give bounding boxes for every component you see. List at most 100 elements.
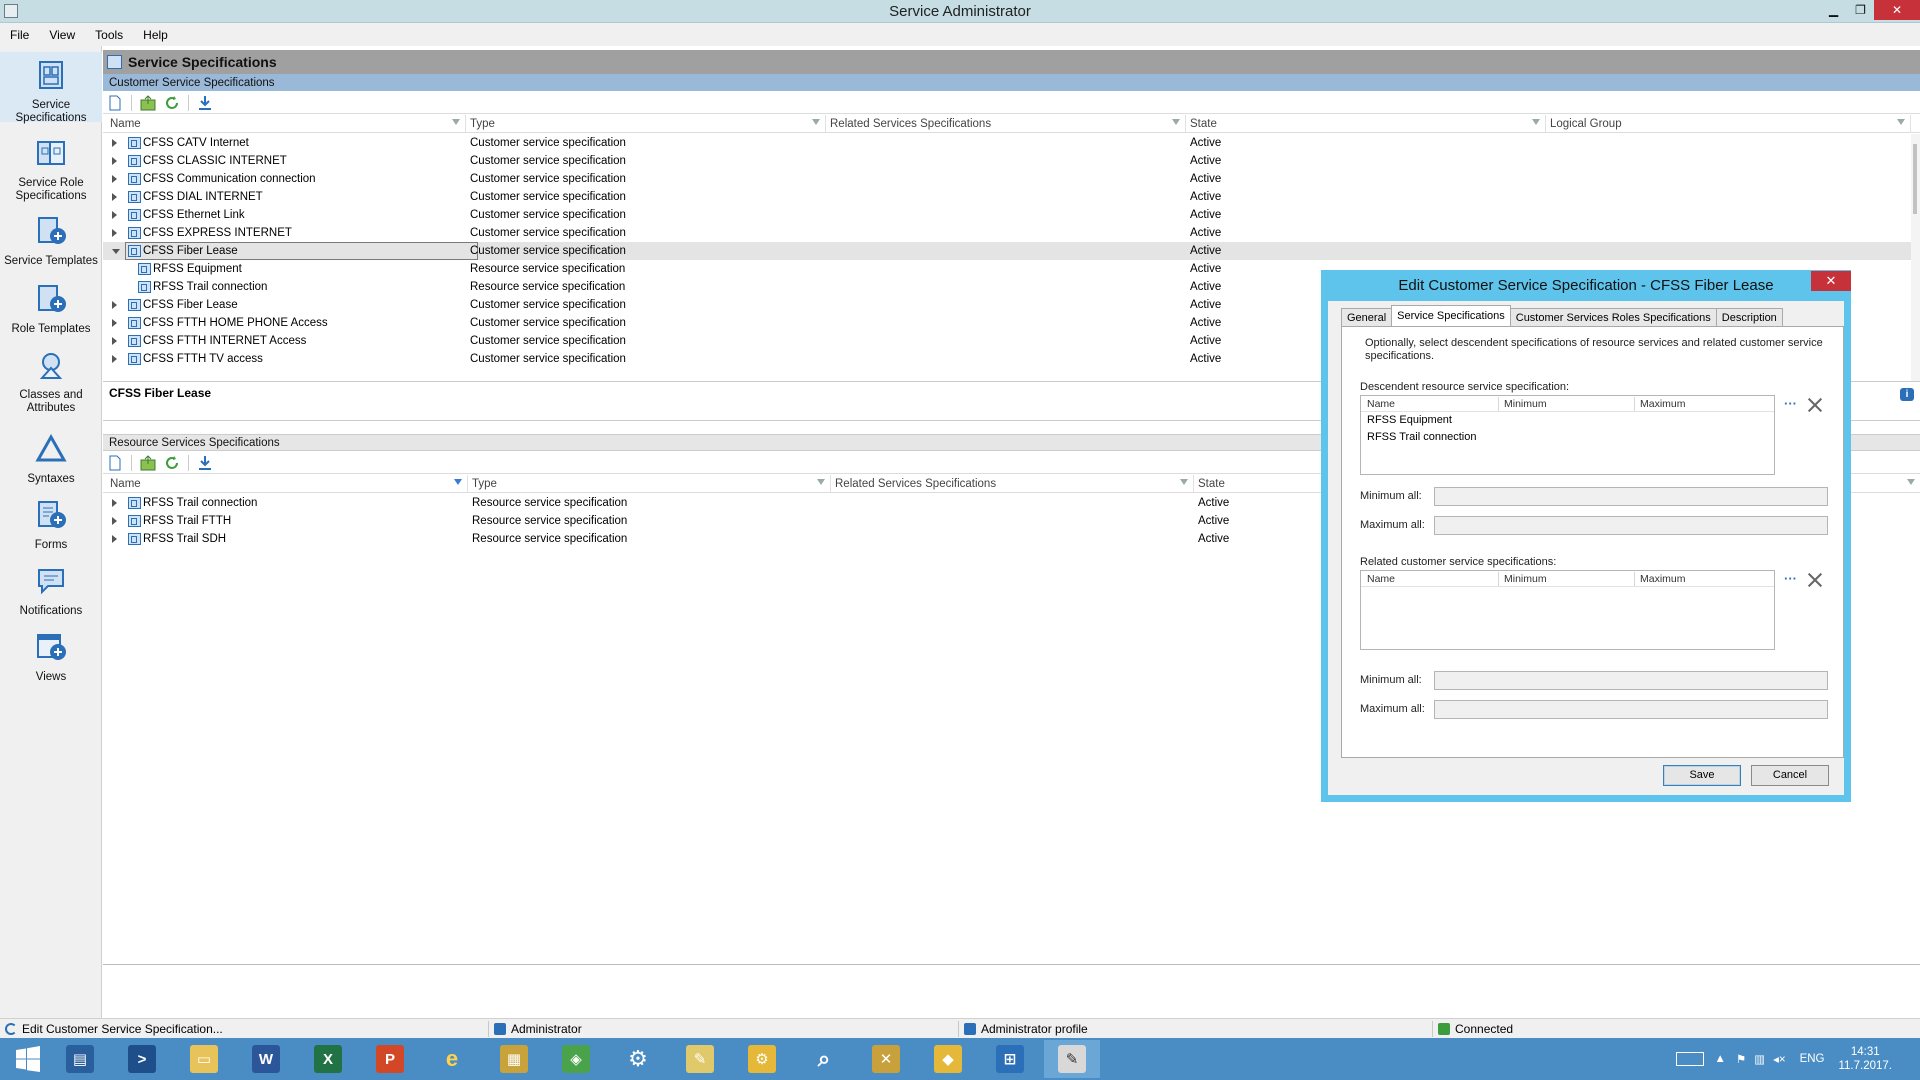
menu-tools[interactable]: Tools	[91, 28, 123, 42]
table-row[interactable]: CFSS DIAL INTERNET Customer service speci…	[103, 188, 1911, 206]
nav-syntaxes[interactable]: Syntaxes	[0, 432, 102, 486]
minimize-button[interactable]: ▁	[1820, 0, 1847, 20]
expand-icon[interactable]	[112, 319, 117, 327]
refresh-icon[interactable]	[164, 95, 180, 111]
network-tray-icon[interactable]: ▥	[1754, 1052, 1765, 1066]
keyboard-icon[interactable]	[1676, 1052, 1705, 1066]
taskbar-app-6[interactable]: ⌕	[796, 1040, 852, 1078]
table-row[interactable]: CFSS CATV Internet Customer service speci…	[103, 134, 1911, 152]
new-icon[interactable]	[107, 95, 123, 111]
taskbar-app-4[interactable]: ✎	[672, 1040, 728, 1078]
collapse-icon[interactable]	[112, 249, 120, 254]
remove-descendent-icon[interactable]	[1807, 397, 1823, 413]
nav-classes-attributes[interactable]: Classes and Attributes	[0, 348, 102, 415]
taskbar-powershell[interactable]: >	[114, 1040, 170, 1078]
menu-help[interactable]: Help	[139, 28, 168, 42]
filter-icon[interactable]	[812, 119, 820, 125]
tab-service-specifications[interactable]: Service Specifications	[1391, 305, 1511, 326]
filter-icon[interactable]	[1897, 119, 1905, 125]
taskbar-service-administrator[interactable]: ✎	[1044, 1040, 1100, 1078]
taskbar-app-2[interactable]: ◈	[548, 1040, 604, 1078]
tray-up-icon[interactable]: ▲	[1714, 1053, 1725, 1065]
nav-service-role-specifications[interactable]: Service Role Specifications	[0, 136, 102, 203]
nav-views[interactable]: Views	[0, 630, 102, 684]
filter-icon[interactable]	[1180, 479, 1188, 485]
expand-icon[interactable]	[112, 337, 117, 345]
column-type[interactable]: Type	[466, 115, 826, 133]
table-row[interactable]: CFSS Communication connection Customer se…	[103, 170, 1911, 188]
column-minimum[interactable]: Minimum	[1504, 398, 1547, 410]
taskbar-app-7[interactable]: ✕	[858, 1040, 914, 1078]
expand-icon[interactable]	[112, 139, 117, 147]
expand-icon[interactable]	[112, 175, 117, 183]
expand-icon[interactable]	[112, 535, 117, 543]
cancel-button[interactable]: Cancel	[1751, 765, 1829, 786]
start-button[interactable]	[0, 1040, 56, 1078]
language-indicator[interactable]: ENG	[1800, 1053, 1825, 1065]
taskbar-app-8[interactable]: ◆	[920, 1040, 976, 1078]
table-row[interactable]: CFSS EXPRESS INTERNET Customer service sp…	[103, 224, 1911, 242]
browse-descendent-button[interactable]: ···	[1784, 397, 1798, 411]
expand-icon[interactable]	[112, 301, 117, 309]
info-icon[interactable]: i	[1900, 388, 1914, 401]
clock[interactable]: 14:31 11.7.2017.	[1838, 1045, 1892, 1073]
filter-icon[interactable]	[1172, 119, 1180, 125]
menu-file[interactable]: File	[6, 28, 29, 42]
taskbar-app-3[interactable]: ⚙	[610, 1040, 666, 1078]
nav-notifications[interactable]: Notifications	[0, 564, 102, 618]
maximum-all-input-1[interactable]	[1434, 516, 1828, 535]
menu-view[interactable]: View	[45, 28, 75, 42]
column-related[interactable]: Related Services Specifications	[826, 115, 1186, 133]
taskbar-app-1[interactable]: ▦	[486, 1040, 542, 1078]
taskbar-word[interactable]: W	[238, 1040, 294, 1078]
column-name[interactable]: Name	[1367, 573, 1395, 585]
taskbar-server-manager[interactable]: ▤	[52, 1040, 108, 1078]
export-icon[interactable]	[197, 95, 213, 111]
tab-description[interactable]: Description	[1715, 308, 1783, 326]
column-related[interactable]: Related Services Specifications	[831, 475, 1194, 493]
scrollbar-thumb[interactable]	[1913, 144, 1917, 214]
tab-general[interactable]: General	[1341, 308, 1393, 326]
table-row[interactable]: CFSS Fiber Lease Customer service specifi…	[103, 242, 1911, 260]
column-minimum[interactable]: Minimum	[1504, 573, 1547, 585]
restore-button[interactable]: ❐	[1847, 0, 1874, 20]
table-row[interactable]: CFSS CLASSIC INTERNET Customer service sp…	[103, 152, 1911, 170]
filter-icon[interactable]	[817, 479, 825, 485]
flag-icon[interactable]: ⚑	[1736, 1052, 1746, 1066]
new-icon[interactable]	[107, 455, 123, 471]
expand-icon[interactable]	[112, 517, 117, 525]
expand-icon[interactable]	[112, 355, 117, 363]
nav-forms[interactable]: Forms	[0, 498, 102, 552]
expand-icon[interactable]	[112, 157, 117, 165]
browse-related-button[interactable]: ···	[1784, 572, 1798, 586]
column-name[interactable]: Name	[103, 115, 466, 133]
list-item[interactable]: RFSS Equipment	[1361, 412, 1774, 429]
nav-role-templates[interactable]: Role Templates	[0, 282, 102, 336]
remove-related-icon[interactable]	[1807, 572, 1823, 588]
expand-icon[interactable]	[112, 229, 117, 237]
export-icon[interactable]	[197, 455, 213, 471]
maximum-all-input-2[interactable]	[1434, 700, 1828, 719]
column-maximum[interactable]: Maximum	[1640, 398, 1686, 410]
refresh-icon[interactable]	[164, 455, 180, 471]
column-maximum[interactable]: Maximum	[1640, 573, 1686, 585]
taskbar-app-5[interactable]: ⚙	[734, 1040, 790, 1078]
customer-grid-scrollbar[interactable]	[1911, 134, 1920, 381]
nav-service-templates[interactable]: Service Templates	[0, 214, 102, 268]
expand-icon[interactable]	[112, 193, 117, 201]
taskbar-powerpoint[interactable]: P	[362, 1040, 418, 1078]
tab-customer-services-roles[interactable]: Customer Services Roles Specifications	[1509, 308, 1717, 326]
taskbar-ie[interactable]: e	[424, 1040, 480, 1078]
column-type[interactable]: Type	[468, 475, 831, 493]
column-name[interactable]: Name	[1367, 398, 1395, 410]
expand-icon[interactable]	[112, 211, 117, 219]
speaker-icon[interactable]: ◂×	[1773, 1052, 1786, 1066]
open-icon[interactable]	[140, 454, 156, 471]
taskbar-explorer[interactable]: ▭	[176, 1040, 232, 1078]
column-logical-group[interactable]: Logical Group	[1546, 115, 1911, 133]
list-item[interactable]: RFSS Trail connection	[1361, 429, 1774, 446]
filter-icon[interactable]	[1907, 479, 1915, 485]
filter-active-icon[interactable]	[454, 479, 462, 485]
nav-service-specifications[interactable]: Service Specifications	[0, 52, 102, 124]
expand-icon[interactable]	[112, 499, 117, 507]
